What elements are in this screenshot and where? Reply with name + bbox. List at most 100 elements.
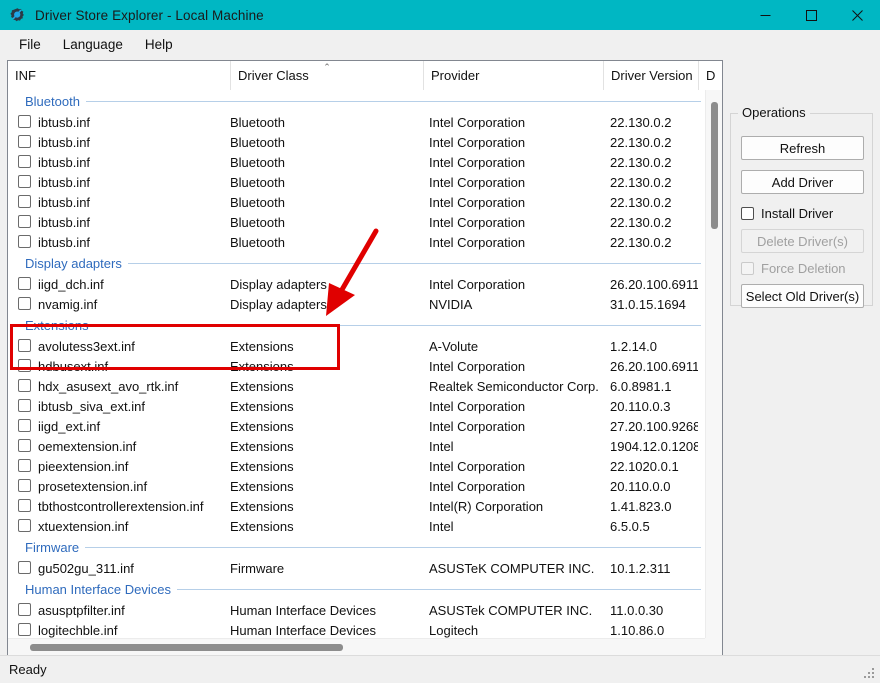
- row-checkbox[interactable]: [18, 155, 31, 168]
- cell-driver-class: Extensions: [230, 416, 423, 436]
- operations-title: Operations: [738, 105, 810, 120]
- cell-inf: gu502gu_311.inf: [38, 558, 228, 578]
- row-checkbox[interactable]: [18, 479, 31, 492]
- cell-inf: ibtusb.inf: [38, 152, 228, 172]
- table-row[interactable]: ibtusb.infBluetoothIntel Corporation22.1…: [8, 112, 707, 132]
- table-row[interactable]: ibtusb.infBluetoothIntel Corporation22.1…: [8, 192, 707, 212]
- vertical-scrollbar-thumb[interactable]: [711, 102, 718, 229]
- row-checkbox[interactable]: [18, 235, 31, 248]
- install-driver-label: Install Driver: [761, 206, 833, 221]
- table-row[interactable]: avolutess3ext.infExtensionsA-Volute1.2.1…: [8, 336, 707, 356]
- cell-provider: Intel Corporation: [429, 192, 603, 212]
- table-row[interactable]: nvamig.infDisplay adaptersNVIDIA31.0.15.…: [8, 294, 707, 314]
- table-row[interactable]: oemextension.infExtensionsIntel1904.12.0…: [8, 436, 707, 456]
- table-row[interactable]: iigd_dch.infDisplay adaptersIntel Corpor…: [8, 274, 707, 294]
- cell-driver-version: 22.130.0.2: [610, 172, 698, 192]
- refresh-button[interactable]: Refresh: [741, 136, 864, 160]
- main-content: INF ⌃ Driver Class Provider Driver Versi…: [0, 58, 880, 683]
- close-button[interactable]: [834, 0, 880, 30]
- cell-driver-version: 27.20.100.9268: [610, 416, 698, 436]
- table-row[interactable]: asusptpfilter.infHuman Interface Devices…: [8, 600, 707, 620]
- row-checkbox[interactable]: [18, 561, 31, 574]
- maximize-button[interactable]: [788, 0, 834, 30]
- table-row[interactable]: tbthostcontrollerextension.infExtensions…: [8, 496, 707, 516]
- horizontal-scrollbar[interactable]: [8, 638, 722, 655]
- group-header[interactable]: Extensions: [8, 314, 707, 336]
- table-row[interactable]: ibtusb.infBluetoothIntel Corporation22.1…: [8, 232, 707, 252]
- select-old-drivers-button[interactable]: Select Old Driver(s): [741, 284, 864, 308]
- cell-driver-version: 22.130.0.2: [610, 132, 698, 152]
- row-checkbox[interactable]: [18, 519, 31, 532]
- cell-provider: Intel: [429, 436, 603, 456]
- install-driver-checkbox[interactable]: Install Driver: [741, 204, 833, 222]
- group-header[interactable]: Bluetooth: [8, 90, 707, 112]
- cell-provider: Logitech: [429, 620, 603, 638]
- checkbox-box-icon: [741, 262, 754, 275]
- row-checkbox[interactable]: [18, 603, 31, 616]
- vertical-scrollbar[interactable]: [705, 90, 722, 638]
- row-checkbox[interactable]: [18, 135, 31, 148]
- table-row[interactable]: iigd_ext.infExtensionsIntel Corporation2…: [8, 416, 707, 436]
- cell-driver-version: 31.0.15.1694: [610, 294, 698, 314]
- menu-item-language[interactable]: Language: [52, 33, 134, 56]
- minimize-button[interactable]: [742, 0, 788, 30]
- table-row[interactable]: xtuextension.infExtensionsIntel6.5.0.5: [8, 516, 707, 536]
- cell-driver-version: 1.2.14.0: [610, 336, 698, 356]
- table-row[interactable]: ibtusb.infBluetoothIntel Corporation22.1…: [8, 212, 707, 232]
- cell-inf: iigd_dch.inf: [38, 274, 228, 294]
- row-checkbox[interactable]: [18, 277, 31, 290]
- table-row[interactable]: ibtusb.infBluetoothIntel Corporation22.1…: [8, 172, 707, 192]
- delete-drivers-button[interactable]: Delete Driver(s): [741, 229, 864, 253]
- row-checkbox[interactable]: [18, 439, 31, 452]
- cell-driver-version: 1.10.86.0: [610, 620, 698, 638]
- row-checkbox[interactable]: [18, 379, 31, 392]
- add-driver-button[interactable]: Add Driver: [741, 170, 864, 194]
- table-row[interactable]: hdbusext.infExtensionsIntel Corporation2…: [8, 356, 707, 376]
- group-header[interactable]: Firmware: [8, 536, 707, 558]
- column-header-driver-date[interactable]: D: [698, 61, 723, 90]
- column-header-provider[interactable]: Provider: [423, 61, 603, 90]
- group-header[interactable]: Display adapters: [8, 252, 707, 274]
- force-deletion-checkbox[interactable]: Force Deletion: [741, 259, 846, 277]
- row-checkbox[interactable]: [18, 297, 31, 310]
- table-row[interactable]: ibtusb.infBluetoothIntel Corporation22.1…: [8, 132, 707, 152]
- table-row[interactable]: ibtusb_siva_ext.infExtensionsIntel Corpo…: [8, 396, 707, 416]
- table-row[interactable]: gu502gu_311.infFirmwareASUSTeK COMPUTER …: [8, 558, 707, 578]
- row-checkbox[interactable]: [18, 359, 31, 372]
- row-checkbox[interactable]: [18, 175, 31, 188]
- resize-grip-icon[interactable]: [864, 668, 876, 680]
- menu-item-file[interactable]: File: [8, 33, 52, 56]
- row-checkbox[interactable]: [18, 215, 31, 228]
- column-header-inf[interactable]: INF: [8, 61, 230, 90]
- row-checkbox[interactable]: [18, 399, 31, 412]
- row-checkbox[interactable]: [18, 339, 31, 352]
- cell-provider: Intel Corporation: [429, 152, 603, 172]
- row-checkbox[interactable]: [18, 623, 31, 636]
- row-checkbox[interactable]: [18, 115, 31, 128]
- horizontal-scrollbar-thumb[interactable]: [30, 644, 343, 651]
- cell-inf: ibtusb.inf: [38, 212, 228, 232]
- row-checkbox[interactable]: [18, 195, 31, 208]
- cell-driver-class: Bluetooth: [230, 212, 423, 232]
- cell-inf: ibtusb.inf: [38, 232, 228, 252]
- group-header-rule: [25, 547, 701, 548]
- cell-inf: nvamig.inf: [38, 294, 228, 314]
- cell-provider: Intel: [429, 516, 603, 536]
- row-checkbox[interactable]: [18, 499, 31, 512]
- window-controls: [742, 0, 880, 30]
- column-header-driver-version[interactable]: Driver Version: [603, 61, 698, 90]
- table-row[interactable]: ibtusb.infBluetoothIntel Corporation22.1…: [8, 152, 707, 172]
- table-row[interactable]: logitechble.infHuman Interface DevicesLo…: [8, 620, 707, 638]
- group-header-label: Display adapters: [25, 256, 128, 271]
- cell-driver-class: Bluetooth: [230, 192, 423, 212]
- table-row[interactable]: hdx_asusext_avo_rtk.infExtensionsRealtek…: [8, 376, 707, 396]
- table-row[interactable]: pieextension.infExtensionsIntel Corporat…: [8, 456, 707, 476]
- list-body: Bluetoothibtusb.infBluetoothIntel Corpor…: [8, 90, 722, 655]
- group-header[interactable]: Human Interface Devices: [8, 578, 707, 600]
- group-header-label: Extensions: [25, 318, 95, 333]
- menu-item-help[interactable]: Help: [134, 33, 184, 56]
- row-checkbox[interactable]: [18, 419, 31, 432]
- table-row[interactable]: prosetextension.infExtensionsIntel Corpo…: [8, 476, 707, 496]
- column-header-driver-class[interactable]: ⌃ Driver Class: [230, 61, 423, 90]
- row-checkbox[interactable]: [18, 459, 31, 472]
